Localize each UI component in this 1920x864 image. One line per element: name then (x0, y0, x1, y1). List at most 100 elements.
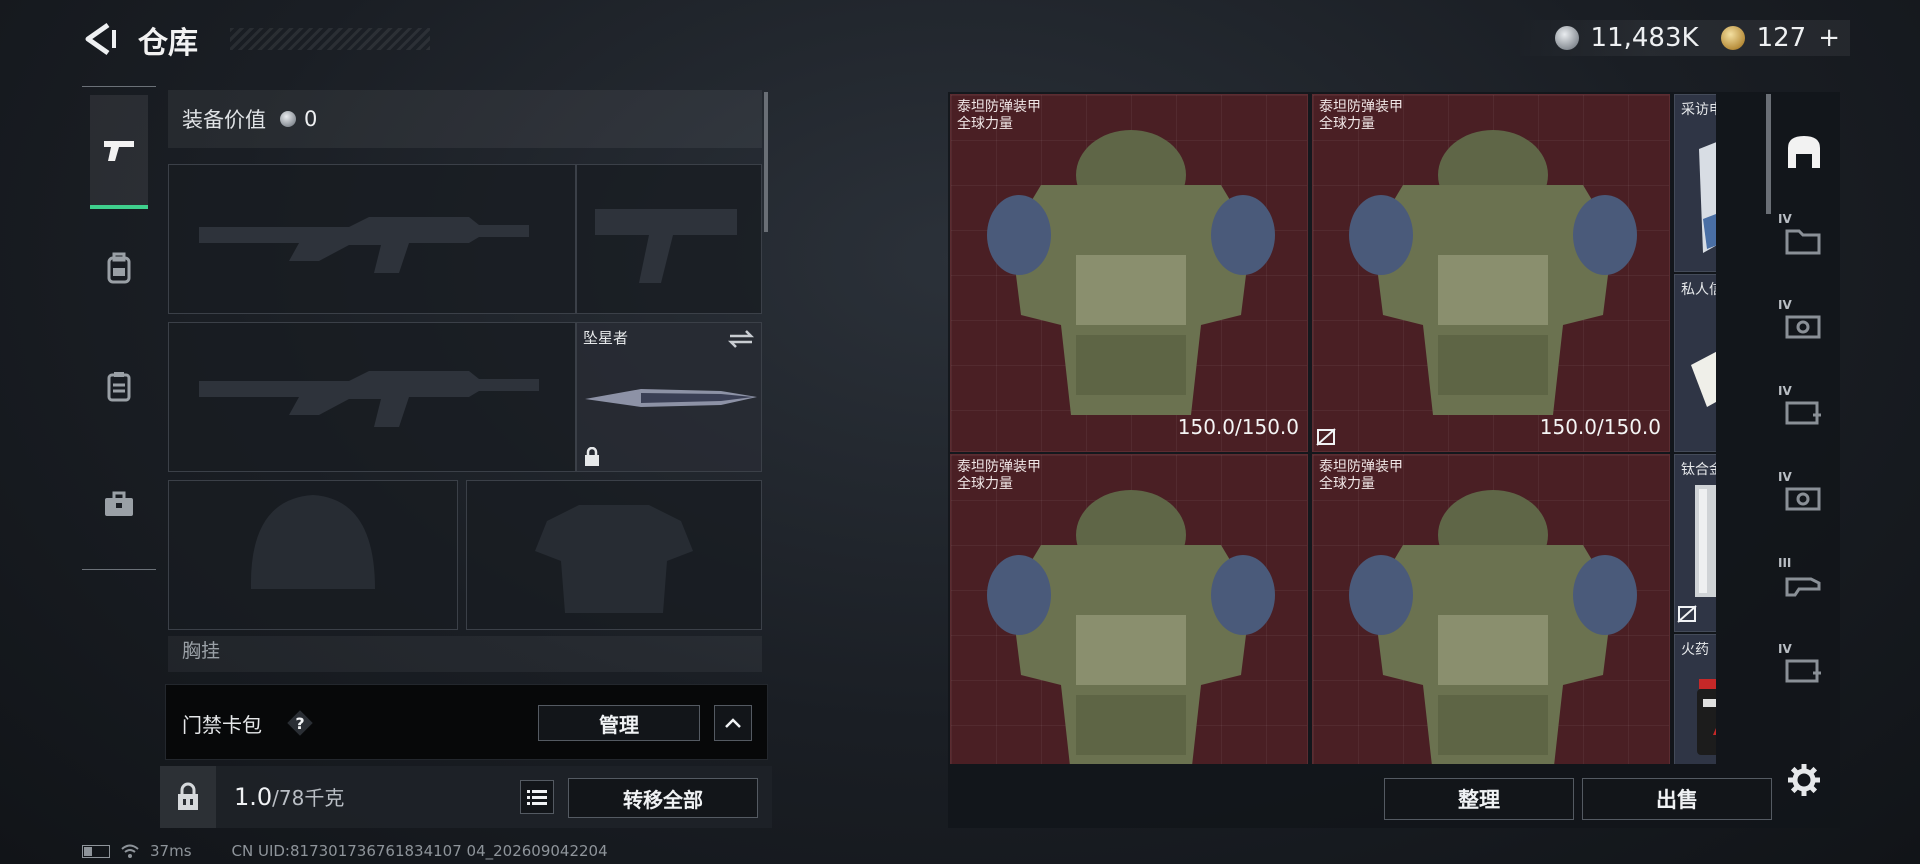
stash-item-letter[interactable]: 采访申请函 (1674, 94, 1716, 272)
capacity-lock-button[interactable] (160, 766, 216, 828)
battery-icon (82, 844, 110, 858)
help-icon[interactable]: ? (286, 709, 314, 737)
armor-vest-icon (987, 490, 1275, 764)
tier-label: IV (1778, 642, 1792, 656)
sell-button[interactable]: 出售 (1582, 778, 1772, 820)
note-icon (1691, 351, 1716, 407)
document-icon (1699, 142, 1716, 253)
back-arrow-icon (85, 22, 116, 56)
add-currency-button[interactable]: + (1818, 23, 1840, 53)
item-name: 火药 (1681, 642, 1709, 658)
tab-container-1[interactable]: IV (1778, 212, 1830, 268)
swap-icon[interactable] (727, 329, 755, 349)
no-bag-icon (1677, 605, 1697, 623)
tier-label: IV (1778, 212, 1792, 226)
list-view-button[interactable] (520, 780, 554, 814)
item-name: 采访申请函 (1681, 102, 1716, 118)
equip-value: 0 (304, 107, 318, 131)
title-decoration (230, 28, 430, 50)
armor-vest-icon (987, 130, 1275, 415)
weight-current: 1.0 (234, 783, 273, 811)
stash-item-material[interactable]: 钛合金 (1674, 454, 1716, 632)
secondary-weapon-slot[interactable] (168, 322, 576, 472)
tier-label: IV (1778, 384, 1792, 398)
armor-vest-icon (1349, 130, 1637, 415)
item-name: 钛合金 (1681, 462, 1716, 478)
tab-warehouse[interactable] (1778, 124, 1830, 180)
nav-weapons[interactable] (90, 95, 148, 209)
metal-plate-icon (1695, 485, 1716, 597)
pistol-silhouette-icon (595, 209, 737, 283)
nav-backpack[interactable] (90, 213, 148, 323)
melee-name: 坠星者 (583, 329, 629, 347)
item-durability: 150.0/150.0 (1539, 415, 1661, 439)
item-durability: 150.0/150.0 (1177, 415, 1299, 439)
chest-rig-label: 胸挂 (182, 640, 221, 662)
warehouse-icon (1788, 136, 1820, 168)
nav-vest[interactable] (90, 331, 148, 441)
status-bar: 37ms CN UID:817301736761834107 04_202609… (82, 842, 608, 860)
settings-button[interactable] (1778, 752, 1830, 808)
armor-vest-icon (1349, 490, 1637, 764)
tab-container-6[interactable]: IV (1778, 642, 1830, 698)
uid-text: CN UID:817301736761834107 04_20260904220… (231, 842, 608, 860)
gear-icon (1788, 764, 1820, 796)
stash-item-armor[interactable]: 泰坦防弹装甲 全球力量 150.0/150.0 (1312, 94, 1670, 452)
primary-weapon-slot[interactable] (168, 164, 576, 314)
access-card-pack: 门禁卡包 ? 管理 (165, 684, 768, 760)
safe-icon (1785, 487, 1821, 511)
wifi-icon (121, 844, 139, 858)
tab-container-3[interactable]: IV (1778, 384, 1830, 440)
medkit-icon (1785, 401, 1821, 425)
stash-item-armor[interactable]: 泰坦防弹装甲 全球力量 (1312, 454, 1670, 764)
transfer-all-button[interactable]: 转移全部 (568, 778, 758, 818)
item-name: 泰坦防弹装甲 (957, 459, 1041, 475)
armor-silhouette-icon (535, 505, 693, 613)
gold-amount: 127 (1756, 23, 1807, 53)
stash-item-material[interactable]: 火药 (1674, 634, 1716, 764)
tab-container-4[interactable]: IV (1778, 470, 1830, 526)
gun-case-icon (1785, 577, 1821, 597)
svg-text:?: ? (295, 714, 304, 733)
chest-rig-row[interactable]: 胸挂 (168, 636, 762, 672)
medkit-icon (1785, 659, 1821, 683)
backpack-icon (107, 252, 131, 284)
stash-item-armor[interactable]: 泰坦防弹装甲 全球力量 150.0/150.0 (950, 94, 1308, 452)
weight-lock-icon (178, 782, 198, 810)
loadout-category-nav (82, 86, 156, 570)
weight-max: /78千克 (272, 786, 345, 810)
weight-readout: 1.0/78千克 (234, 782, 344, 811)
back-button[interactable] (80, 22, 120, 56)
helmet-silhouette-icon (250, 495, 375, 589)
knife-icon (585, 389, 757, 407)
helmet-slot[interactable] (168, 480, 458, 630)
equip-value-header: 装备价值 0 (168, 90, 762, 148)
chevron-up-icon (725, 718, 741, 728)
equip-value-label: 装备价值 (182, 108, 266, 132)
page-title: 仓库 (138, 26, 198, 61)
silver-coin-icon (1554, 26, 1579, 50)
armor-slot[interactable] (466, 480, 762, 630)
collapse-button[interactable] (714, 705, 752, 741)
value-coin-icon (280, 111, 296, 127)
nav-toolbox[interactable] (90, 449, 148, 559)
organize-button[interactable]: 整理 (1384, 778, 1574, 820)
folder-icon (1785, 229, 1821, 255)
rifle-silhouette-icon (199, 371, 539, 427)
sidearm-slot[interactable] (576, 164, 762, 314)
tab-container-5[interactable]: III (1778, 556, 1830, 612)
melee-slot[interactable]: 坠星者 (576, 322, 762, 472)
stash-scrollbar[interactable] (1766, 94, 1771, 214)
tab-container-2[interactable]: IV (1778, 298, 1830, 354)
gold-coin-icon (1720, 26, 1745, 50)
lock-icon (585, 447, 599, 466)
item-name: 泰坦防弹装甲 (957, 99, 1041, 115)
ping-text: 37ms (150, 842, 192, 860)
stash-item-letter[interactable]: 私人信件 (1674, 274, 1716, 452)
rifle-silhouette-icon (199, 217, 529, 273)
tier-label: IV (1778, 298, 1792, 312)
stash-item-armor[interactable]: 泰坦防弹装甲 全球力量 (950, 454, 1308, 764)
loadout-scrollbar[interactable] (764, 92, 768, 232)
manage-button[interactable]: 管理 (538, 705, 700, 741)
no-bag-icon (1316, 428, 1336, 446)
